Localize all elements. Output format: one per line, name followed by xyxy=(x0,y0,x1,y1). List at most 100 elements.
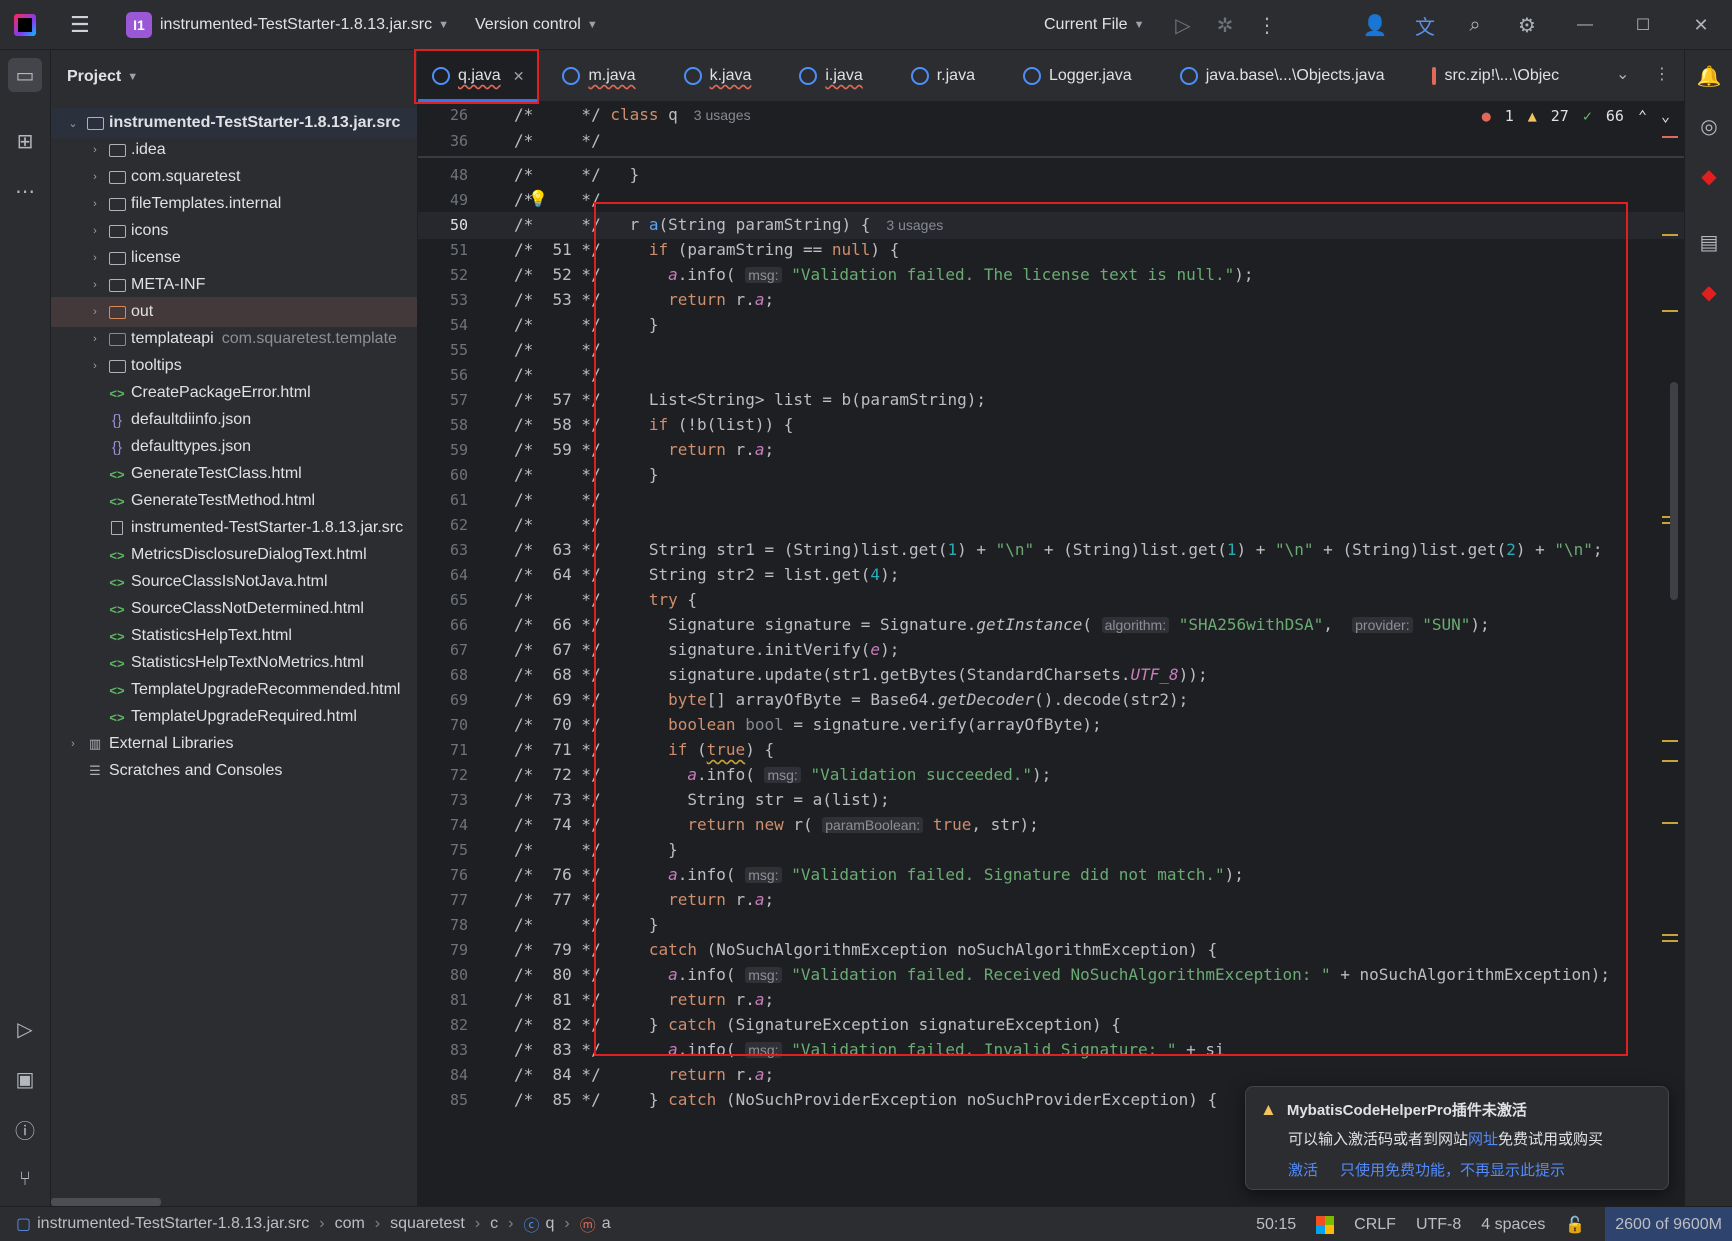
tabs-more-icon[interactable]: ⋮ xyxy=(1654,64,1670,84)
activate-link[interactable]: 激活 xyxy=(1288,1159,1318,1180)
tree-item-file[interactable]: <> SourceClassNotDetermined.html xyxy=(51,594,417,624)
run-config-selector[interactable]: Current File ▼ xyxy=(1044,0,1144,50)
tree-item-file[interactable]: <> MetricsDisclosureDialogText.html xyxy=(51,540,417,570)
code-line[interactable]: 65 /* */ try { xyxy=(418,587,1684,614)
code-line[interactable]: 53 /* 53 */ return r.a; xyxy=(418,287,1684,314)
code-line[interactable]: 48 /* */ } xyxy=(418,162,1684,189)
run-tool-icon[interactable]: ▷ xyxy=(8,1012,42,1046)
scroll-marker[interactable] xyxy=(1662,940,1678,942)
code-line[interactable]: 58 /* 58 */ if (!b(list)) { xyxy=(418,412,1684,439)
project-tool-icon[interactable]: ▭ xyxy=(8,58,42,92)
terminal-icon[interactable]: ▣ xyxy=(8,1062,42,1096)
code-line[interactable]: 51 /* 51 */ if (paramString == null) { xyxy=(418,237,1684,264)
tab-m-java[interactable]: m.java xyxy=(538,50,649,102)
scroll-marker[interactable] xyxy=(1662,740,1678,742)
code-line[interactable]: 74 /* 74 */ return new r( paramBoolean: … xyxy=(418,812,1684,839)
structure-tool-icon[interactable]: ⊞ xyxy=(8,124,42,158)
tree-item-icons[interactable]: › icons xyxy=(51,216,417,246)
tree-item-file[interactable]: <> CreatePackageError.html xyxy=(51,378,417,408)
tree-root[interactable]: ⌄ instrumented-TestStarter-1.8.13.jar.sr… xyxy=(51,108,417,138)
usages-hint[interactable]: 3 usages xyxy=(886,217,943,233)
tree-item-file[interactable]: {} defaultdiinfo.json xyxy=(51,405,417,435)
mybatis-bird-icon[interactable]: ◆ xyxy=(1693,276,1725,308)
indent-setting[interactable]: 4 spaces xyxy=(1481,1216,1545,1234)
tree-item-file[interactable]: <> StatisticsHelpText.html xyxy=(51,621,417,651)
project-badge[interactable]: I1 xyxy=(126,11,152,38)
tree-item-filetemplates[interactable]: › fileTemplates.internal xyxy=(51,189,417,219)
breadcrumb-item[interactable]: q xyxy=(546,1215,555,1233)
tab-q-java[interactable]: q.java ✕ xyxy=(418,50,539,102)
scroll-marker[interactable] xyxy=(1662,822,1678,824)
code-line[interactable]: 54 /* */ } xyxy=(418,312,1684,339)
tree-item-external-libraries[interactable]: › ▥ External Libraries xyxy=(51,729,417,759)
error-marker[interactable] xyxy=(1662,136,1678,138)
git-branch-icon[interactable]: ⑂ xyxy=(8,1162,42,1196)
problems-icon[interactable]: ⓘ xyxy=(8,1112,42,1146)
code-line[interactable]: 57 /* 57 */ List<String> list = b(paramS… xyxy=(418,387,1684,414)
code-line[interactable]: 77 /* 77 */ return r.a; xyxy=(418,887,1684,914)
breadcrumb-item[interactable]: com xyxy=(335,1215,365,1233)
breadcrumb-item[interactable]: c xyxy=(490,1215,498,1233)
usages-hint[interactable]: 3 usages xyxy=(694,107,751,123)
breadcrumb-item[interactable]: squaretest xyxy=(390,1215,465,1233)
caret-position[interactable]: 50:15 xyxy=(1256,1216,1296,1234)
more-tools-icon[interactable]: ⋯ xyxy=(8,174,42,208)
tree-item-file[interactable]: <> GenerateTestMethod.html xyxy=(51,486,417,516)
tree-item-file[interactable]: {} defaulttypes.json xyxy=(51,432,417,462)
code-line[interactable]: 73 /* 73 */ String str = a(list); xyxy=(418,787,1684,814)
tree-item-out[interactable]: › out xyxy=(51,297,417,327)
debug-icon[interactable]: ✲ xyxy=(1212,12,1238,38)
tree-item-file[interactable]: <> StatisticsHelpTextNoMetrics.html xyxy=(51,648,417,678)
code-line[interactable]: 80 /* 80 */ a.info( msg: "Validation fai… xyxy=(418,962,1684,989)
ai-assistant-icon[interactable]: ◎ xyxy=(1693,110,1725,142)
code-line[interactable]: 59 /* 59 */ return r.a; xyxy=(418,437,1684,464)
tab-logger-java[interactable]: Logger.java xyxy=(989,50,1146,102)
scroll-marker[interactable] xyxy=(1662,760,1678,762)
expand-chevron-icon[interactable]: › xyxy=(87,360,103,372)
windows-logo-icon[interactable] xyxy=(1316,1215,1335,1234)
code-line[interactable]: 71 /* 71 */ if (true) { xyxy=(418,737,1684,764)
code-line[interactable]: 75 /* */ } xyxy=(418,837,1684,864)
code-line[interactable]: 68 /* 68 */ signature.update(str1.getByt… xyxy=(418,662,1684,689)
tree-item-file[interactable]: <> SourceClassIsNotJava.html xyxy=(51,567,417,597)
inspection-widget[interactable]: ● 1 ▲ 27 ✓ 66 ⌃ ⌄ xyxy=(1473,102,1670,129)
expand-chevron-icon[interactable]: › xyxy=(87,198,103,210)
close-window-icon[interactable]: ✕ xyxy=(1688,12,1714,38)
code-line[interactable]: 64 /* 64 */ String str2 = list.get(4); xyxy=(418,562,1684,589)
tabs-dropdown-icon[interactable]: ⌄ xyxy=(1616,64,1629,84)
website-link[interactable]: 网址 xyxy=(1468,1131,1498,1148)
run-icon[interactable]: ▷ xyxy=(1170,12,1196,38)
code-line[interactable]: 67 /* 67 */ signature.initVerify(e); xyxy=(418,637,1684,664)
file-encoding[interactable]: UTF-8 xyxy=(1416,1216,1461,1234)
code-line[interactable]: 56 /* */ xyxy=(418,362,1684,389)
scroll-marker[interactable] xyxy=(1662,234,1678,236)
code-line[interactable]: 70 /* 70 */ boolean bool = signature.ver… xyxy=(418,712,1684,739)
maximize-icon[interactable]: ☐ xyxy=(1630,12,1656,38)
code-line[interactable]: 81 /* 81 */ return r.a; xyxy=(418,987,1684,1014)
tree-item-file[interactable]: <> GenerateTestClass.html xyxy=(51,459,417,489)
code-line[interactable]: 69 /* 69 */ byte[] arrayOfByte = Base64.… xyxy=(418,687,1684,714)
version-control-menu[interactable]: Version control xyxy=(475,16,581,34)
expand-chevron-icon[interactable]: ⌄ xyxy=(65,117,81,130)
scroll-marker[interactable] xyxy=(1662,934,1678,936)
code-line-current[interactable]: 50 /* */ r a(String paramString) {3 usag… xyxy=(418,212,1684,239)
tree-item-scratches[interactable]: ☰ Scratches and Consoles xyxy=(51,756,417,786)
close-tab-icon[interactable]: ✕ xyxy=(513,68,525,85)
expand-chevron-icon[interactable]: › xyxy=(87,252,103,264)
memory-indicator[interactable]: 2600 of 9600M xyxy=(1605,1207,1732,1241)
tab-r-java[interactable]: r.java xyxy=(877,50,989,102)
breadcrumb-item[interactable]: a xyxy=(602,1215,611,1233)
scroll-marker[interactable] xyxy=(1662,310,1678,312)
project-panel-header[interactable]: Project ▼ xyxy=(51,50,417,104)
code-line[interactable]: 52 /* 52 */ a.info( msg: "Validation fai… xyxy=(418,262,1684,289)
notifications-bell-icon[interactable]: 🔔 xyxy=(1693,60,1725,92)
expand-chevron-icon[interactable]: › xyxy=(87,144,103,156)
code-line[interactable]: 76 /* 76 */ a.info( msg: "Validation fai… xyxy=(418,862,1684,889)
code-line[interactable]: 63 /* 63 */ String str1 = (String)list.g… xyxy=(418,537,1684,564)
free-only-link[interactable]: 只使用免费功能，不再显示此提示 xyxy=(1340,1159,1565,1180)
prev-highlight-icon[interactable]: ⌃ xyxy=(1638,107,1647,125)
expand-chevron-icon[interactable]: › xyxy=(87,279,103,291)
code-line[interactable]: 84 /* 84 */ return r.a; xyxy=(418,1062,1684,1089)
line-separator[interactable]: CRLF xyxy=(1354,1216,1396,1234)
more-actions-icon[interactable]: ⋮ xyxy=(1254,12,1280,38)
